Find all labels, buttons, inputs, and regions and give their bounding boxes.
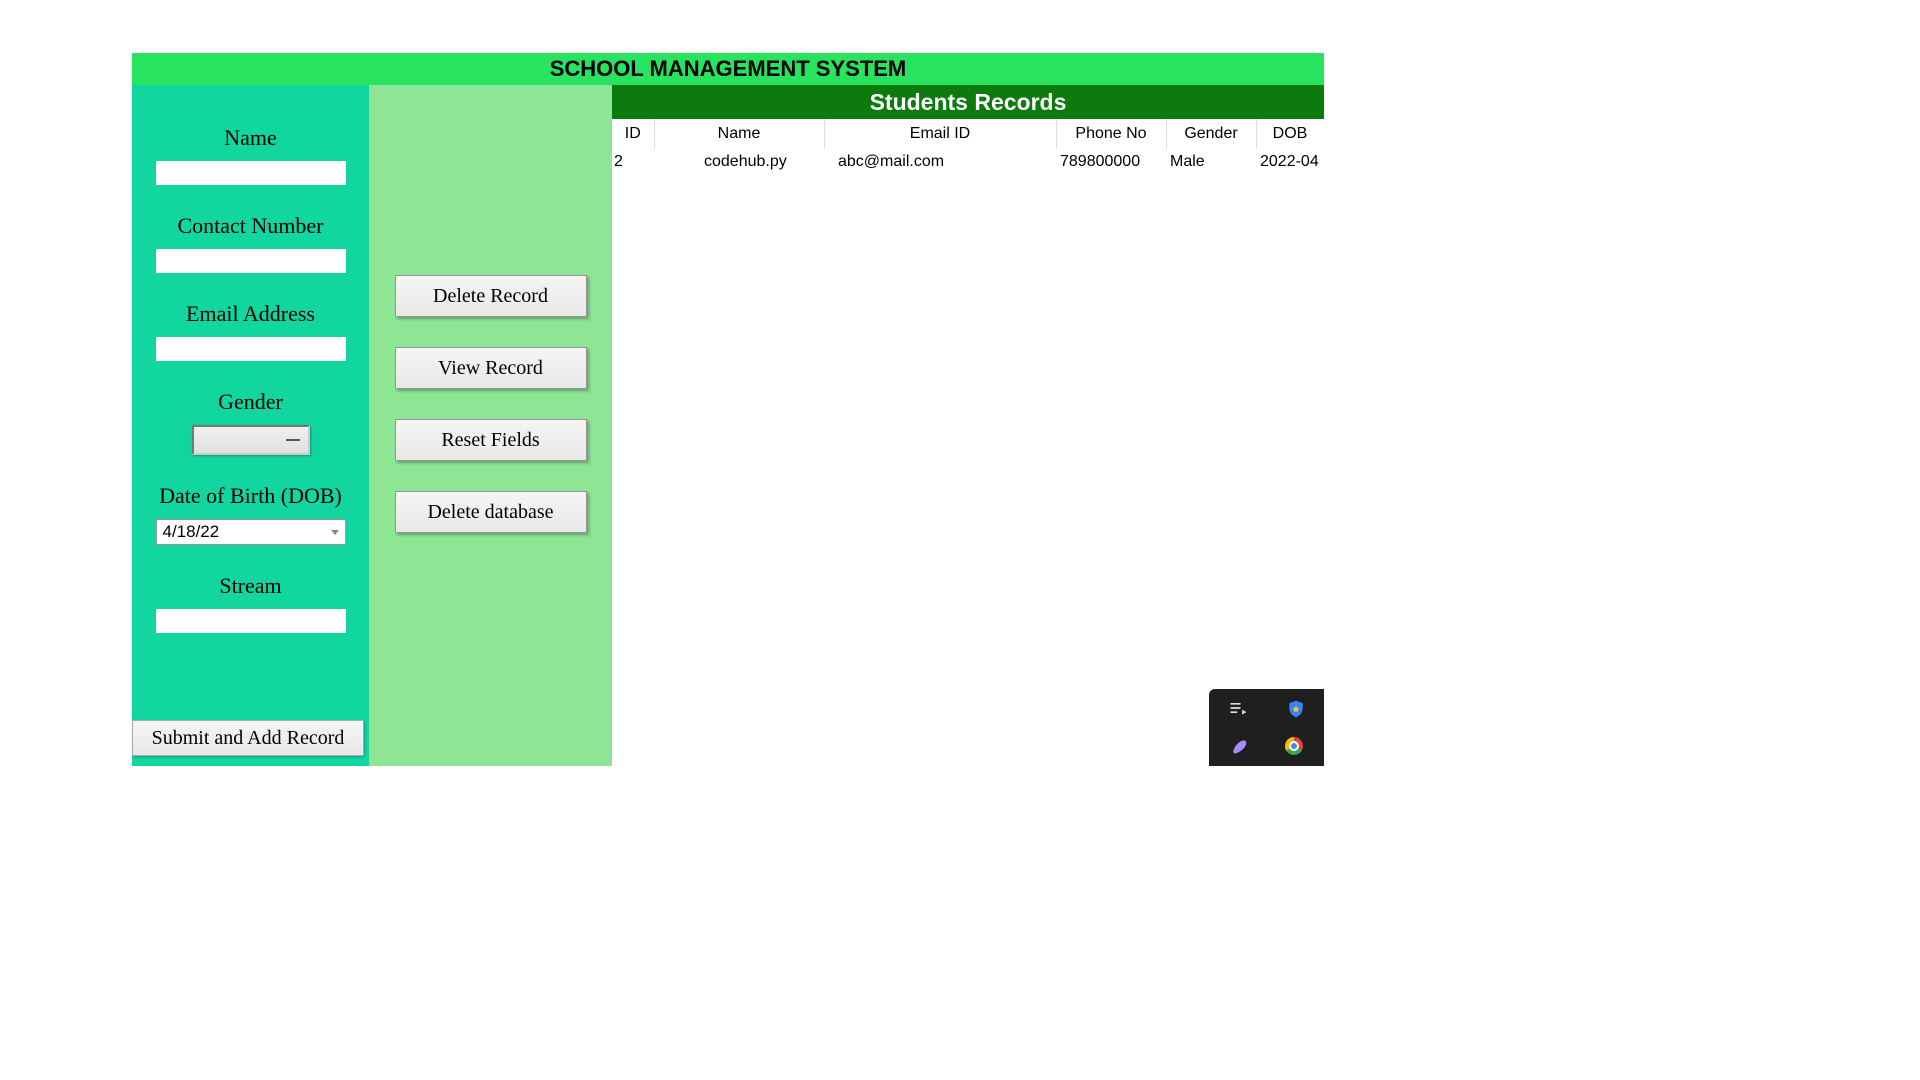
records-table: ID Name Email ID Phone No Gender DOB 2 c… xyxy=(612,119,1324,175)
email-label: Email Address xyxy=(186,301,315,327)
contact-label: Contact Number xyxy=(177,213,323,239)
name-label: Name xyxy=(224,125,277,151)
col-header-gender[interactable]: Gender xyxy=(1166,119,1256,149)
cell-phone: 789800000 xyxy=(1056,149,1166,175)
records-heading: Students Records xyxy=(612,85,1324,119)
chevron-down-icon xyxy=(331,530,339,535)
reset-fields-button[interactable]: Reset Fields xyxy=(395,419,587,461)
gender-select[interactable] xyxy=(192,425,310,455)
app-title-bar: SCHOOL MANAGEMENT SYSTEM xyxy=(132,53,1324,85)
stream-input[interactable] xyxy=(156,609,346,633)
view-record-button[interactable]: View Record xyxy=(395,347,587,389)
taskbar-tray xyxy=(1209,689,1324,766)
dob-value: 4/18/22 xyxy=(163,522,220,542)
form-group-name: Name xyxy=(156,125,346,185)
delete-database-button[interactable]: Delete database xyxy=(395,491,587,533)
form-group-stream: Stream xyxy=(156,573,346,633)
contact-input[interactable] xyxy=(156,249,346,273)
form-group-email: Email Address xyxy=(156,301,346,361)
actions-panel: Delete Record View Record Reset Fields D… xyxy=(369,85,612,766)
security-shield-icon[interactable] xyxy=(1286,698,1304,718)
cell-email: abc@mail.com xyxy=(824,149,1056,175)
name-input[interactable] xyxy=(156,161,346,185)
records-table-wrap: ID Name Email ID Phone No Gender DOB 2 c… xyxy=(612,119,1324,766)
form-panel: Name Contact Number Email Address Gender xyxy=(132,85,369,766)
dob-label: Date of Birth (DOB) xyxy=(159,483,342,509)
cell-dob: 2022-04 xyxy=(1256,149,1324,175)
cell-name: codehub.py xyxy=(654,149,824,175)
col-header-name[interactable]: Name xyxy=(654,119,824,149)
delete-record-button[interactable]: Delete Record xyxy=(395,275,587,317)
table-header-row: ID Name Email ID Phone No Gender DOB xyxy=(612,119,1324,149)
dob-input[interactable]: 4/18/22 xyxy=(156,519,346,545)
chrome-icon[interactable] xyxy=(1285,737,1305,757)
table-row[interactable]: 2 codehub.py abc@mail.com 789800000 Male… xyxy=(612,149,1324,175)
form-group-contact: Contact Number xyxy=(156,213,346,273)
col-header-id[interactable]: ID xyxy=(612,119,654,149)
cell-id: 2 xyxy=(612,149,654,175)
email-input[interactable] xyxy=(156,337,346,361)
dropdown-handle-icon xyxy=(286,439,300,441)
app-window: SCHOOL MANAGEMENT SYSTEM Name Contact Nu… xyxy=(132,53,1324,766)
main-area: Name Contact Number Email Address Gender xyxy=(132,85,1324,766)
feather-icon[interactable] xyxy=(1228,737,1248,757)
cell-gender: Male xyxy=(1166,149,1256,175)
submit-button[interactable]: Submit and Add Record xyxy=(132,720,364,756)
form-group-dob: Date of Birth (DOB) 4/18/22 xyxy=(156,483,346,545)
stream-label: Stream xyxy=(219,573,281,599)
records-panel: Students Records ID Name Email ID Phone … xyxy=(612,85,1324,766)
playlist-icon[interactable] xyxy=(1228,698,1248,718)
col-header-email[interactable]: Email ID xyxy=(824,119,1056,149)
col-header-phone[interactable]: Phone No xyxy=(1056,119,1166,149)
form-group-gender: Gender xyxy=(192,389,310,455)
app-title: SCHOOL MANAGEMENT SYSTEM xyxy=(550,56,907,82)
gender-label: Gender xyxy=(218,389,283,415)
col-header-dob[interactable]: DOB xyxy=(1256,119,1324,149)
